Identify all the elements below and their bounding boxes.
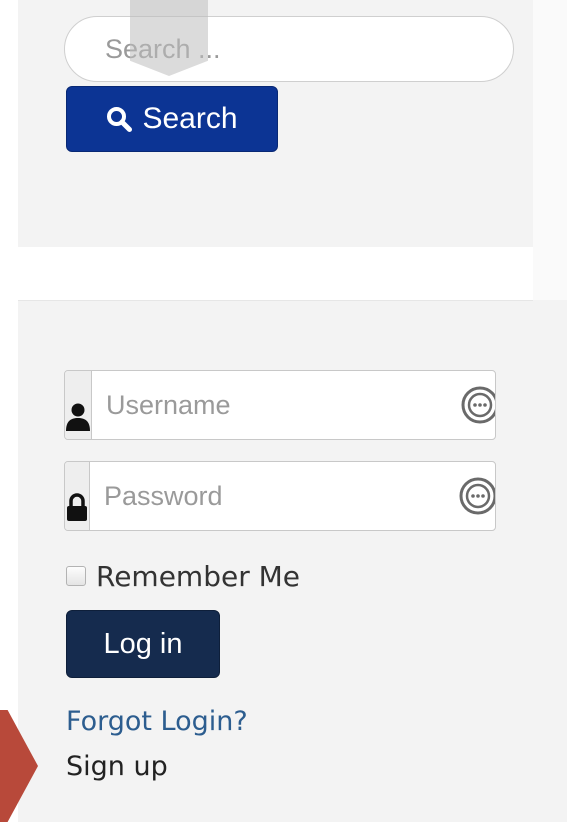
search-button[interactable]: Search [66, 86, 278, 152]
password-manager-icon [459, 477, 495, 515]
username-addon [65, 371, 92, 439]
user-icon [66, 403, 90, 431]
remember-me-label: Remember Me [96, 559, 300, 593]
username-password-manager-button[interactable] [460, 371, 495, 439]
password-password-manager-button[interactable] [458, 462, 495, 530]
remember-me[interactable]: Remember Me [66, 558, 300, 594]
tab-overlay [130, 0, 208, 76]
right-rail-panel [533, 300, 567, 822]
lock-icon [67, 493, 87, 521]
username-field-group [64, 370, 496, 440]
login-button[interactable]: Log in [66, 610, 220, 678]
password-field-group [64, 461, 496, 531]
sign-up-link[interactable]: Sign up [66, 751, 168, 782]
password-input[interactable] [90, 462, 458, 530]
remember-me-checkbox[interactable] [66, 566, 86, 586]
page: Search ... Search Username Remember Me L… [0, 0, 567, 822]
forgot-login-link[interactable]: Forgot Login? [66, 706, 248, 737]
magnifier-icon [107, 107, 133, 132]
password-addon [65, 462, 90, 530]
password-manager-icon [461, 386, 495, 424]
search-button-label: Search [142, 102, 238, 135]
username-input[interactable] [92, 371, 460, 439]
